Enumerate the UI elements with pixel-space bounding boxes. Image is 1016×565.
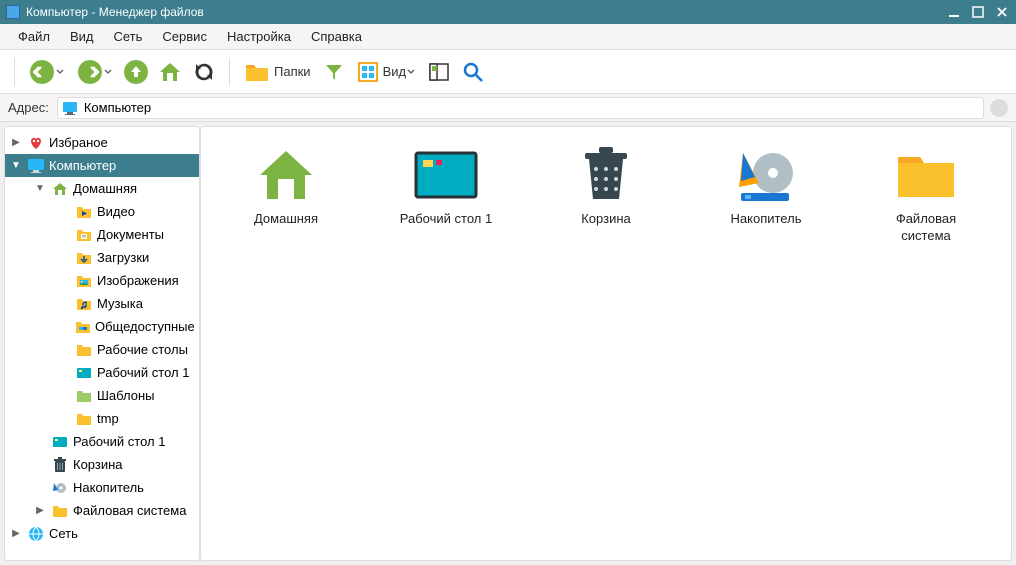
menu-settings[interactable]: Настройка <box>217 29 301 44</box>
forward-button[interactable] <box>73 59 117 85</box>
folder-icon <box>892 147 960 203</box>
folder-icon <box>75 410 93 428</box>
folder-downloads-icon <box>75 249 93 267</box>
item-desktop[interactable]: Рабочий стол 1 <box>391 147 501 228</box>
collapse-icon[interactable]: ▼ <box>33 183 47 194</box>
desktop-icon <box>75 364 93 382</box>
chevron-down-icon <box>103 67 113 77</box>
expand-icon[interactable]: ▶ <box>9 528 23 539</box>
back-button[interactable] <box>25 59 69 85</box>
folder-images-icon <box>75 272 93 290</box>
folder-video-icon <box>75 203 93 221</box>
tree-downloads[interactable]: Загрузки <box>5 246 199 269</box>
menu-help[interactable]: Справка <box>301 29 372 44</box>
toolbar: Папки Вид <box>0 50 1016 94</box>
grid-icon <box>357 61 379 83</box>
chevron-down-icon <box>55 67 65 77</box>
panel-button[interactable] <box>424 57 454 87</box>
menu-network[interactable]: Сеть <box>104 29 153 44</box>
tree-desktops[interactable]: Рабочие столы <box>5 338 199 361</box>
addressbar: Адрес: Компьютер <box>0 94 1016 122</box>
tree-drive[interactable]: Накопитель <box>5 476 199 499</box>
address-input[interactable]: Компьютер <box>57 97 984 119</box>
tree-desktop1[interactable]: Рабочий стол 1 <box>5 361 199 384</box>
folder-documents-icon <box>75 226 93 244</box>
menu-service[interactable]: Сервис <box>152 29 217 44</box>
tree-templates[interactable]: Шаблоны <box>5 384 199 407</box>
chevron-down-icon <box>406 67 416 77</box>
folder-icon <box>51 502 69 520</box>
folder-icon <box>75 387 93 405</box>
app-icon <box>6 5 20 19</box>
folder-icon <box>244 61 270 83</box>
desktop-icon <box>412 147 480 203</box>
tree-desktop1b[interactable]: Рабочий стол 1 <box>5 430 199 453</box>
tree-music[interactable]: Музыка <box>5 292 199 315</box>
tree-network[interactable]: ▶ Сеть <box>5 522 199 545</box>
tree-favorites[interactable]: ▶ Избраное <box>5 131 199 154</box>
view-label: Вид <box>383 64 407 79</box>
folder-tree[interactable]: ▶ Избраное ▼ Компьютер ▼ Домашняя Видео … <box>4 126 200 561</box>
tree-images[interactable]: Изображения <box>5 269 199 292</box>
folder-icon <box>75 341 93 359</box>
filter-button[interactable] <box>319 57 349 87</box>
home-icon <box>252 147 320 203</box>
drive-icon <box>51 479 69 497</box>
home-button[interactable] <box>155 57 185 87</box>
tree-home[interactable]: ▼ Домашняя <box>5 177 199 200</box>
tree-tmp[interactable]: tmp <box>5 407 199 430</box>
drive-icon <box>732 147 800 203</box>
trash-icon <box>51 456 69 474</box>
clear-address-button[interactable] <box>990 99 1008 117</box>
titlebar: Компьютер - Менеджер файлов <box>0 0 1016 24</box>
folder-music-icon <box>75 295 93 313</box>
item-drive[interactable]: Накопитель <box>711 147 821 228</box>
folders-button[interactable]: Папки <box>240 61 315 83</box>
content-pane[interactable]: Домашняя Рабочий стол 1 Корзина Накопите… <box>200 126 1012 561</box>
menubar: Файл Вид Сеть Сервис Настройка Справка <box>0 24 1016 50</box>
address-path: Компьютер <box>84 100 151 115</box>
tree-public[interactable]: Общедоступные <box>5 315 199 338</box>
item-home[interactable]: Домашняя <box>231 147 341 228</box>
home-icon <box>51 180 69 198</box>
up-button[interactable] <box>121 57 151 87</box>
tree-filesystem[interactable]: ▶ Файловая система <box>5 499 199 522</box>
minimize-button[interactable] <box>946 4 962 20</box>
item-filesystem[interactable]: Файловая система <box>871 147 981 245</box>
search-button[interactable] <box>458 57 488 87</box>
network-icon <box>27 525 45 543</box>
refresh-button[interactable] <box>189 57 219 87</box>
heart-icon <box>27 134 45 152</box>
maximize-button[interactable] <box>970 4 986 20</box>
tree-documents[interactable]: Документы <box>5 223 199 246</box>
view-mode-button[interactable]: Вид <box>353 61 421 83</box>
expand-icon[interactable]: ▶ <box>9 137 23 148</box>
expand-icon[interactable]: ▶ <box>33 505 47 516</box>
computer-icon <box>62 100 78 116</box>
window-title: Компьютер - Менеджер файлов <box>26 5 946 19</box>
computer-icon <box>27 157 45 175</box>
menu-view[interactable]: Вид <box>60 29 104 44</box>
item-trash[interactable]: Корзина <box>551 147 661 228</box>
address-label: Адрес: <box>8 100 49 115</box>
collapse-icon[interactable]: ▼ <box>9 160 23 171</box>
close-button[interactable] <box>994 4 1010 20</box>
desktop-icon <box>51 433 69 451</box>
tree-video[interactable]: Видео <box>5 200 199 223</box>
tree-computer[interactable]: ▼ Компьютер <box>5 154 199 177</box>
trash-icon <box>572 147 640 203</box>
menu-file[interactable]: Файл <box>8 29 60 44</box>
tree-trash[interactable]: Корзина <box>5 453 199 476</box>
folder-public-icon <box>75 318 91 336</box>
folders-label: Папки <box>274 64 311 79</box>
